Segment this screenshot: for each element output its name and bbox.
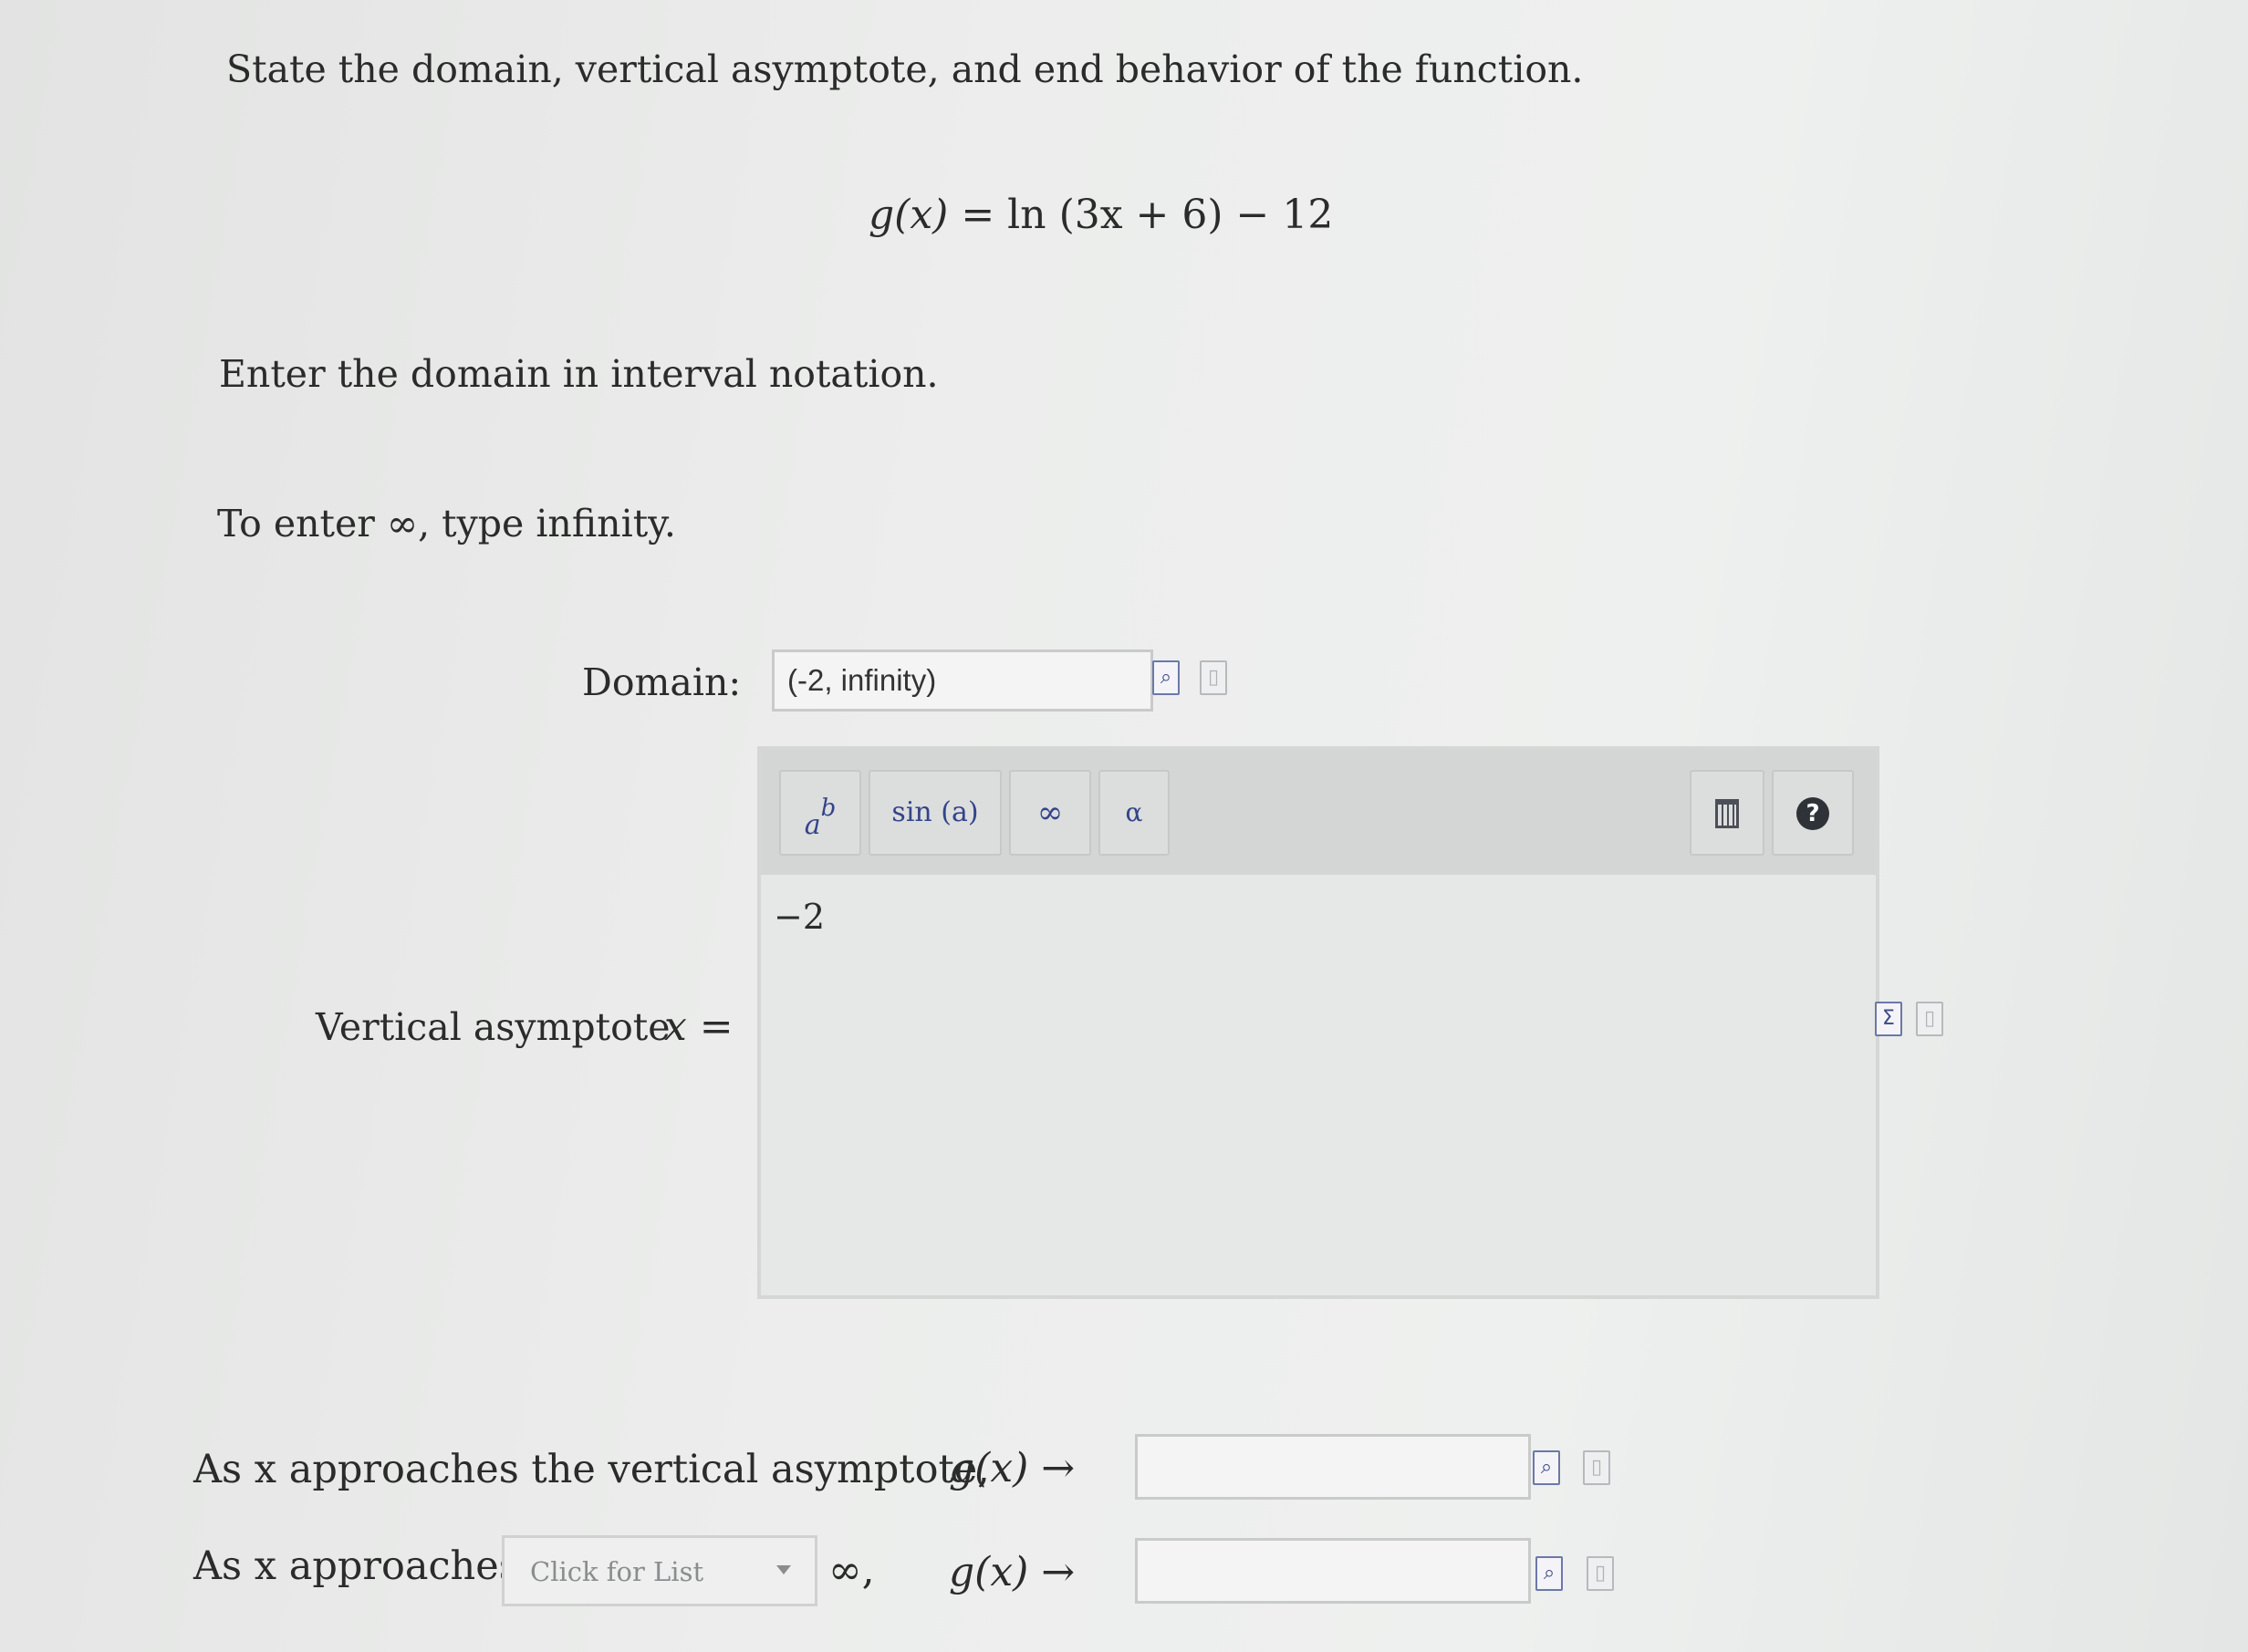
preview-icon[interactable]: ⌕: [1535, 1556, 1563, 1591]
domain-input-value: (-2, infinity): [787, 663, 937, 697]
trash-icon: [1715, 798, 1739, 828]
approach-direction-select[interactable]: Click for List: [502, 1535, 817, 1606]
end-behavior-row1-input[interactable]: [1135, 1434, 1531, 1500]
chevron-down-icon: [776, 1565, 791, 1574]
document-icon[interactable]: ▯: [1200, 660, 1227, 695]
function-rhs: = ln (3x + 6) − 12: [961, 192, 1334, 238]
help-icon: ?: [1796, 796, 1829, 830]
infinity-hint: To enter ∞, type infinity.: [217, 502, 676, 545]
sin-button[interactable]: sin (a): [869, 770, 1002, 856]
domain-label: Domain:: [582, 660, 742, 704]
end-behavior-row1-gx: g(x) →: [949, 1445, 1076, 1491]
alpha-button[interactable]: α: [1098, 770, 1170, 856]
asymptote-value: −2: [774, 897, 826, 937]
end-behavior-row2-gx: g(x) →: [949, 1549, 1076, 1595]
preview-icon[interactable]: ⌕: [1533, 1450, 1560, 1485]
help-button[interactable]: ?: [1772, 770, 1854, 856]
domain-input[interactable]: (-2, infinity): [772, 649, 1153, 712]
infinity-button[interactable]: ∞: [1009, 770, 1091, 856]
sigma-icon[interactable]: Σ: [1875, 1002, 1902, 1036]
instruction-text: State the domain, vertical asymptote, an…: [226, 47, 1584, 91]
document-icon[interactable]: ▯: [1587, 1556, 1614, 1591]
asymptote-label: Vertical asymptote: [316, 1005, 671, 1049]
trash-button[interactable]: [1690, 770, 1764, 856]
end-behavior-row1-text: As x approaches the vertical asymptote,: [193, 1447, 990, 1492]
document-icon[interactable]: ▯: [1583, 1450, 1610, 1485]
function-equation: g(x) = ln (3x + 6) − 12: [869, 192, 1333, 238]
function-lhs: g(x): [869, 192, 949, 238]
end-behavior-row2-text: As x approaches: [193, 1543, 519, 1589]
end-behavior-row2-input[interactable]: [1135, 1538, 1531, 1604]
math-editor[interactable]: ab sin (a) ∞ α ? −2: [757, 746, 1879, 1299]
editor-toolbar: ab sin (a) ∞ α ?: [761, 750, 1876, 875]
editor-content[interactable]: −2: [761, 875, 1876, 1295]
domain-instruction: Enter the domain in interval notation.: [219, 352, 939, 396]
select-placeholder: Click for List: [530, 1556, 704, 1587]
power-button[interactable]: ab: [779, 770, 861, 856]
asymptote-variable: x =: [664, 1003, 734, 1050]
end-behavior-row2-infinity: ∞,: [828, 1547, 875, 1594]
document-icon[interactable]: ▯: [1916, 1002, 1943, 1036]
preview-icon[interactable]: ⌕: [1152, 660, 1180, 695]
